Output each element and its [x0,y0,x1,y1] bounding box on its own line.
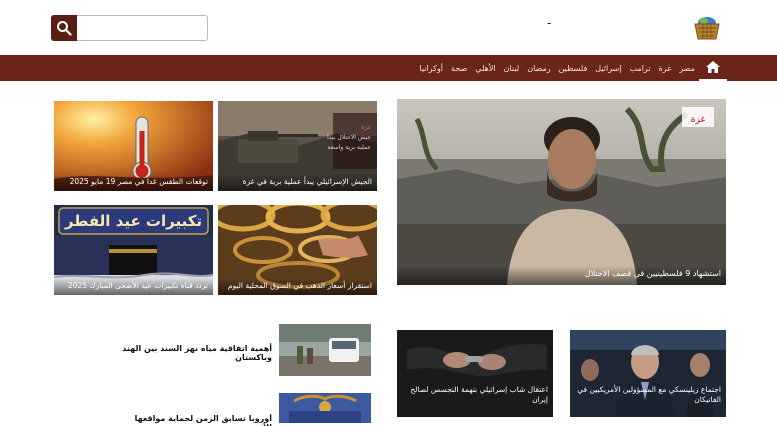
home-icon [706,61,720,73]
story-card[interactable]: توقعات الطقس غدا في مصر 19 مايو 2025 [54,101,213,191]
list-item-title: أوروبا تسابق الزمن لحماية مواقعها الأثري… [134,414,272,426]
story-card[interactable]: اعتقال شاب إسرائيلي بتهمة التجسس لصالح إ… [397,330,553,417]
nav-item[interactable]: الأهلي [475,64,495,73]
overlay-line: غزة [361,124,371,131]
search-icon [57,21,72,36]
story-photo [279,324,371,376]
list-item-thumb[interactable] [279,324,371,376]
hero-story[interactable]: غزة استشهاد 9 فلسطينيين في قصف الاحتلال [397,99,726,285]
nav-item[interactable]: إسرائيل [595,64,621,73]
nav-item[interactable]: مصر [679,64,695,73]
story-caption: توقعات الطقس غدا في مصر 19 مايو 2025 [54,174,213,191]
nav-item[interactable]: رمضان [527,64,550,73]
nav-item[interactable]: ترامب [630,64,651,73]
story-card[interactable]: تكبيرات عيد الفطر تردد قناة تكبيرات عيد … [54,205,213,295]
story-card[interactable]: غزة جيش الاحتلال يبدأ عملية برية واسعة ا… [218,101,377,191]
header-separator: - [547,16,552,30]
nav-item[interactable]: لبنان [504,64,520,73]
overlay-line: عملية برية واسعة [327,144,371,151]
nav-item[interactable]: صحة [451,64,467,73]
nav-item[interactable]: فلسطين [559,64,588,73]
eid-banner-text: تكبيرات عيد الفطر [64,212,203,230]
story-overlay-text: غزة جيش الاحتلال يبدأ عملية برية واسعة [311,123,371,153]
nav-item[interactable]: غزة [659,64,672,73]
story-caption: تردد قناة تكبيرات عيد الأضحى المبارك 202… [54,278,213,295]
hero-caption: استشهاد 9 فلسطينيين في قصف الاحتلال [397,266,726,285]
list-item[interactable]: أهمية اتفاقية مياه نهر السند بين الهند و… [110,344,272,362]
list-item-thumb[interactable] [279,393,371,423]
story-card[interactable]: استقرار أسعار الذهب في السوق المحلية الي… [218,205,377,295]
nav-item[interactable]: أوكرانيا [419,64,443,73]
story-card[interactable]: اجتماع زيلينسكي مع المسؤولين الأمريكيين … [570,330,726,417]
hero-overlay-label: غزة [691,115,706,125]
story-caption: استقرار أسعار الذهب في السوق المحلية الي… [218,278,377,295]
basket-logo-icon[interactable] [692,12,722,42]
nav-links: مصر غزة ترامب إسرائيل فلسطين رمضان لبنان… [419,55,695,81]
search-input[interactable] [78,16,206,40]
story-caption: اجتماع زيلينسكي مع المسؤولين الأمريكيين … [577,385,721,404]
list-item-title: أهمية اتفاقية مياه نهر السند بين الهند و… [122,344,272,362]
story-photo [279,393,371,423]
hero-photo: غزة [397,99,726,285]
story-caption: الجيش الإسرائيلي يبدأ عملية برية في غزة [218,174,377,191]
story-caption: اعتقال شاب إسرائيلي بتهمة التجسس لصالح إ… [410,385,548,404]
nav-home-button[interactable] [699,55,727,81]
overlay-line: جيش الاحتلال يبدأ [327,134,371,141]
list-item[interactable]: أوروبا تسابق الزمن لحماية مواقعها الأثري… [110,414,272,426]
search-button[interactable] [51,15,77,41]
